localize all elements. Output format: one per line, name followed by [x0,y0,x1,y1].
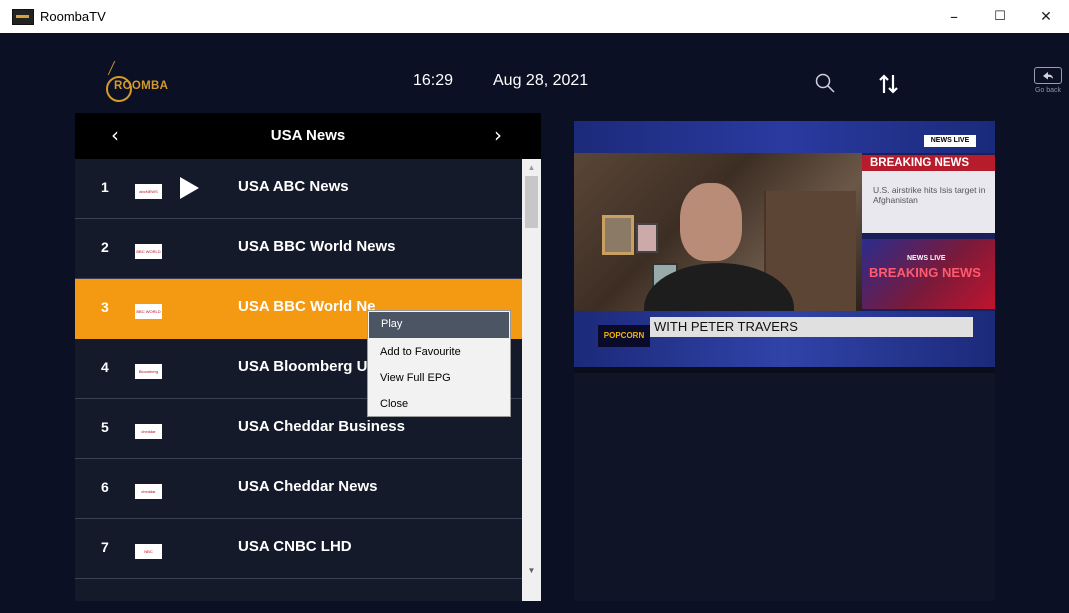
channel-list-scrollbar[interactable]: ▲ ▼ [522,159,541,601]
roomba-logo: ROOMBA [106,61,176,103]
channel-name: USA BBC World News [238,238,396,255]
person-head [680,183,742,261]
picture-frame [602,215,634,255]
context-menu-item[interactable]: Close [368,391,510,417]
minimize-button[interactable]: – [931,0,977,33]
maximize-button[interactable]: ☐ [977,0,1023,33]
category-title: USA News [270,127,346,144]
close-button[interactable]: ✕ [1023,0,1069,33]
channel-number: 2 [101,239,109,255]
channel-context-menu: Play Add to Favourite View Full EPG Close [367,310,511,417]
story-headline: U.S. airstrike hits Isis target in Afgha… [862,171,995,233]
channel-name: USA ABC News [238,178,349,195]
go-back-icon [1034,67,1062,84]
play-icon[interactable] [180,177,199,199]
breaking-news-promo: NEWS LIVE BREAKING NEWS [862,239,995,309]
go-back-button[interactable]: Go back [1033,67,1063,99]
channel-name: USA Cheddar News [238,478,378,495]
scroll-thumb[interactable] [525,176,538,228]
date: Aug 28, 2021 [493,72,589,89]
channel-logo: abcNEWS [135,184,162,199]
app-icon [12,8,34,25]
window-controls: – ☐ ✕ [931,0,1069,33]
next-category-button[interactable]: › [494,123,502,147]
video-player[interactable]: NEWS LIVE BREAKING NEWS U.S. airstrike h… [574,121,995,367]
channel-name: USA BBC World Ne [238,298,376,315]
channel-logo: BBC WORLD NEWS [135,244,162,259]
antenna-decoration [107,61,128,75]
promo-main: BREAKING NEWS [869,265,981,280]
channel-logo: BBC WORLD NEWS [135,304,162,319]
channel-name: USA Bloomberg Ul [238,358,372,375]
channel-row[interactable]: 1 abcNEWS USA ABC News [75,159,522,219]
channel-row[interactable]: 7 NBC USA CNBC LHD [75,519,522,579]
channel-number: 5 [101,419,109,435]
channel-number: 7 [101,539,109,555]
category-header: ‹ USA News › [75,113,541,159]
popcorn-logo: POPCORN [598,325,650,347]
channel-row[interactable]: 6 cheddar USA Cheddar News [75,459,522,519]
go-back-label: Go back [1034,87,1062,94]
app-body: ROOMBA 16:29 Aug 28, 2021 Go back ‹ USA … [0,33,1069,613]
channel-logo: cheddar [135,424,162,439]
context-menu-item[interactable]: Add to Favourite [368,339,510,365]
channel-number: 6 [101,479,109,495]
channel-logo: cheddar [135,484,162,499]
window-title: RoombaTV [40,9,106,24]
channel-number: 4 [101,359,109,375]
picture-frame [636,223,658,253]
lower-third-title: WITH PETER TRAVERS [650,317,973,337]
promo-top: NEWS LIVE [907,255,946,262]
broadcast-brand: NEWS LIVE [924,135,976,147]
context-menu-item[interactable]: Play [369,312,509,338]
scroll-up-button[interactable]: ▲ [522,159,541,176]
logo-text: ROOMBA [114,80,169,92]
scroll-down-button[interactable]: ▼ [522,562,541,579]
window-title-bar: RoombaTV – ☐ ✕ [0,0,1069,33]
video-scene [574,153,862,353]
channel-name: USA CNBC LHD [238,538,352,555]
search-icon[interactable] [815,73,835,93]
context-menu-item[interactable]: View Full EPG [368,365,510,391]
breaking-news-label: BREAKING NEWS [862,155,995,171]
epg-area [574,367,995,601]
channel-number: 1 [101,179,109,195]
channel-row[interactable]: 2 BBC WORLD NEWS USA BBC World News [75,219,522,279]
clock: 16:29 [413,72,454,89]
channel-logo: NBC [135,544,162,559]
channel-name: USA Cheddar Business [238,418,405,435]
sort-icon[interactable] [878,73,900,95]
channel-logo: Bloomberg [135,364,162,379]
channel-number: 3 [101,299,109,315]
